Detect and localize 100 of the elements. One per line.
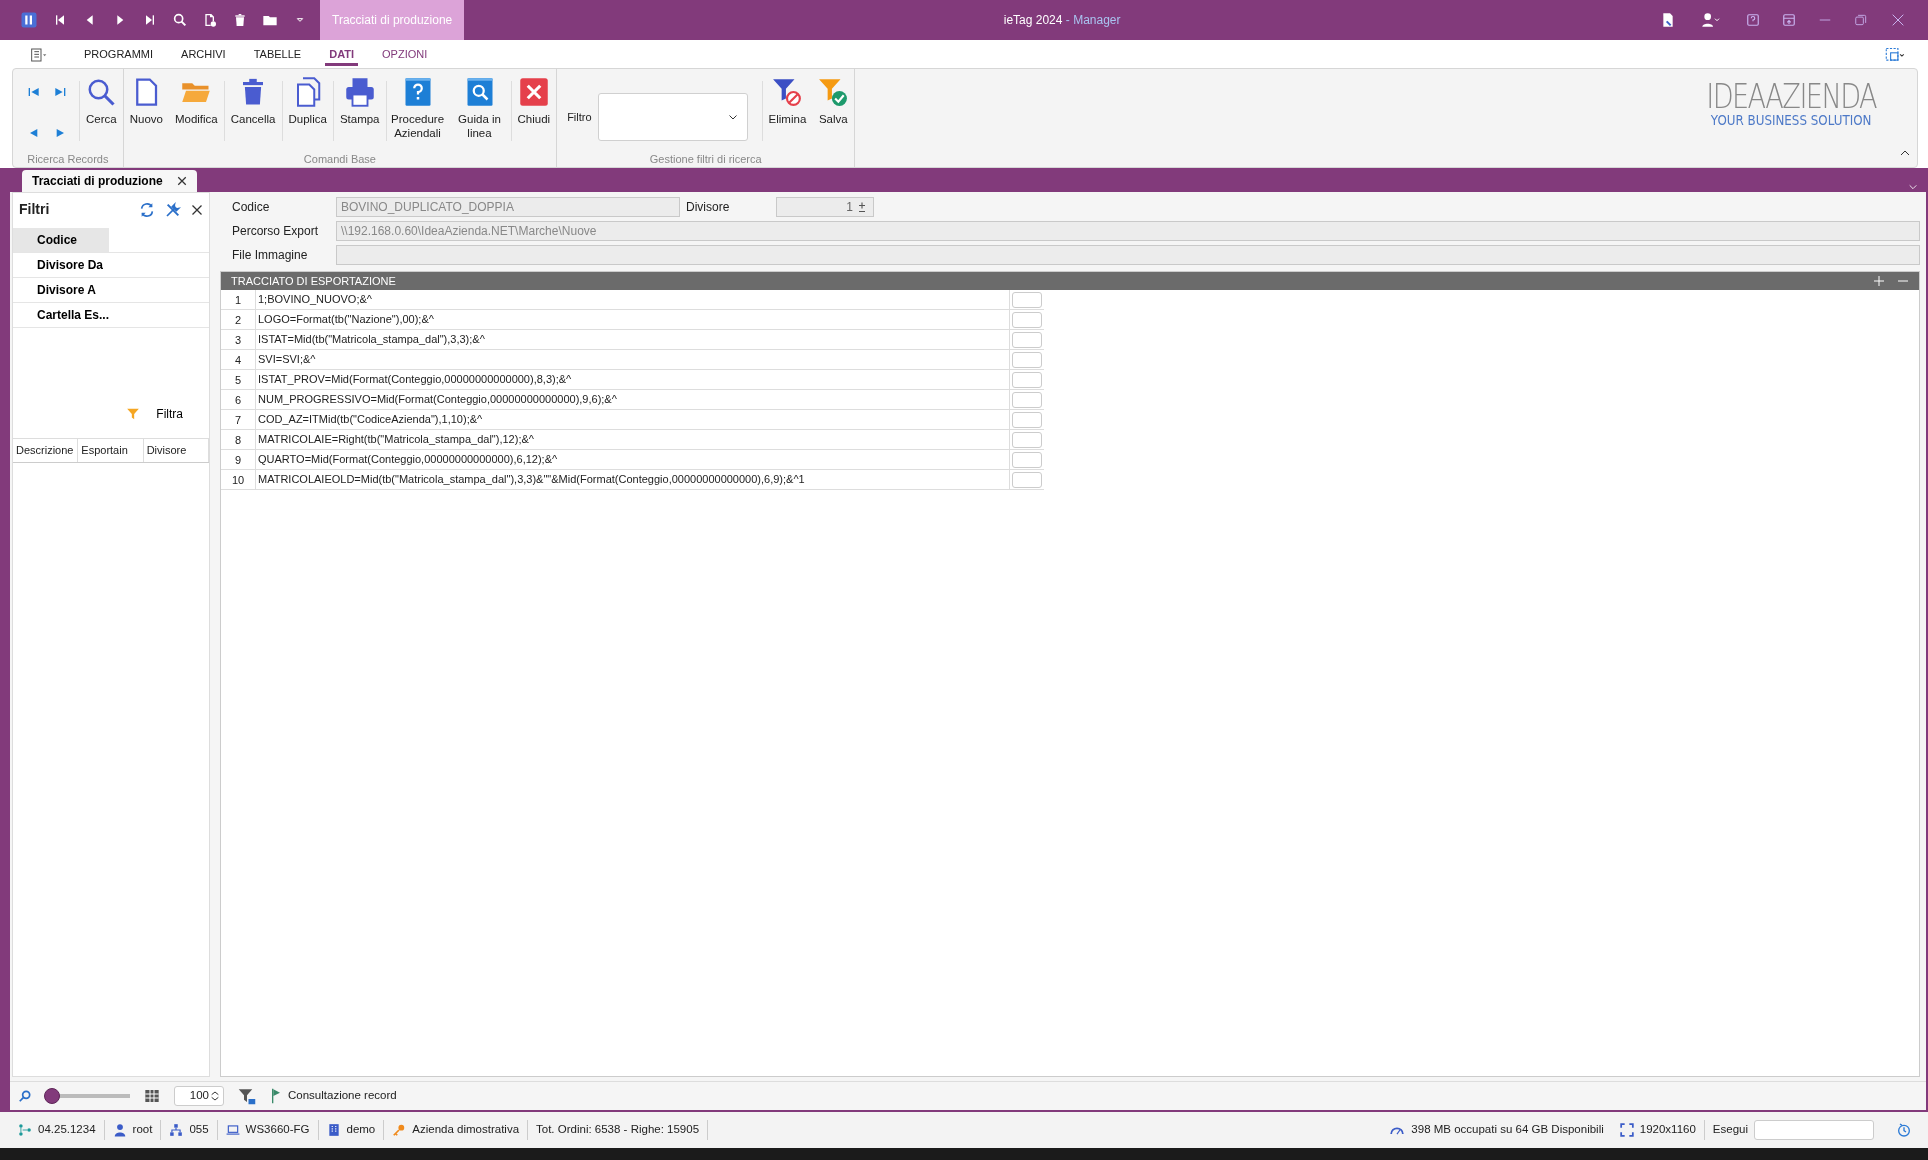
row-number: 1 [221, 290, 256, 309]
logo-name: IDEAAZIENDA [1706, 79, 1876, 113]
close-icon[interactable] [176, 176, 187, 186]
spin-icon[interactable] [211, 1090, 219, 1102]
slider-thumb[interactable] [44, 1088, 60, 1104]
field-label: Percorso Export [231, 222, 320, 240]
column-header[interactable]: Descrizione [13, 439, 79, 462]
ribbon-button[interactable]: Stampa [333, 75, 386, 151]
filter-remove-icon [772, 77, 803, 107]
menu-tab[interactable]: ARCHIVI [167, 40, 240, 68]
ribbon-button[interactable]: Cerca [80, 75, 123, 151]
laptop-icon [225, 1123, 240, 1137]
document-icon[interactable] [1660, 12, 1676, 28]
window-icon[interactable] [1782, 13, 1796, 27]
filter-field[interactable]: Codice [13, 228, 209, 253]
funnel-icon [126, 407, 141, 421]
filter-label: Filtro [567, 109, 592, 125]
ribbon-button[interactable]: Duplica [282, 75, 333, 151]
menu-tab[interactable]: DATI [315, 40, 369, 68]
logo-tagline: YOUR BUSINESS SOLUTION [1709, 113, 1873, 127]
ribbon-button[interactable]: Guida in linea [448, 75, 511, 151]
tools-icon[interactable] [165, 201, 181, 218]
row-number: 10 [221, 470, 256, 489]
ribbon-button[interactable]: Chiudi [511, 75, 557, 151]
panel-title: Filtri [19, 200, 51, 219]
grid-icon[interactable] [144, 1088, 160, 1104]
menu-tab[interactable]: OPZIONI [368, 40, 442, 68]
filter-icon[interactable] [238, 1087, 256, 1105]
app-icon[interactable] [20, 11, 38, 29]
input-field[interactable] [1754, 1120, 1874, 1140]
zoom-icon[interactable] [18, 1089, 32, 1103]
spin-field[interactable]: 1 [776, 196, 874, 217]
group-label: Ricerca Records [26, 152, 110, 167]
table-cell[interactable]: MATRICOLAIE=Right(tb("Matricola_stampa_dal"),12);&^ [256, 430, 1010, 449]
status-text: WS3660-FG [245, 1122, 310, 1138]
menu-tab[interactable]: PROGRAMMI [70, 40, 168, 68]
filter-check-icon [818, 77, 849, 107]
table-title: TRACCIATO DI ESPORTAZIONE [231, 273, 396, 289]
page-size-field[interactable]: 100 [174, 1086, 224, 1106]
column-header[interactable]: Esportain [78, 439, 144, 462]
status-text: root [132, 1122, 153, 1138]
status-text: 04.25.1234 [38, 1122, 96, 1138]
row-number: 7 [221, 410, 256, 429]
field-label: Divisore [685, 198, 731, 216]
status-text: 055 [189, 1122, 209, 1138]
ribbon-button[interactable]: Elimina [762, 75, 813, 151]
network-icon [18, 1123, 32, 1137]
column-header[interactable]: Divisore [143, 439, 209, 462]
app-title: ieTag 2024 - Manager [1003, 13, 1121, 27]
row-number: 4 [221, 350, 256, 369]
status-text: 1920x1160 [1639, 1122, 1696, 1138]
menu-tab[interactable]: TABELLE [239, 40, 316, 68]
user-icon [112, 1123, 127, 1137]
status-text: Tot. Ordini: 6538 - Righe: 15905 [536, 1122, 700, 1138]
table-cell[interactable]: ISTAT_PROV=Mid(Format(Conteggio,00000000000000),8,3);&^ [256, 370, 1010, 389]
fullscreen-icon[interactable] [1619, 1123, 1634, 1137]
add-icon[interactable] [1873, 275, 1885, 287]
chevron-down-icon[interactable] [1908, 182, 1918, 192]
restore-icon[interactable] [1854, 13, 1868, 27]
flag-icon [270, 1088, 282, 1104]
help-icon[interactable] [1746, 13, 1760, 27]
table-cell[interactable]: LOGO=Format(tb("Nazione"),00);&^ [256, 310, 1010, 329]
table-cell[interactable]: NUM_PROGRESSIVO=Mid(Format(Conteggio,00000000000000),9,6);&^ [256, 390, 1010, 409]
status-text: 398 MB occupati su 64 GB Disponibili [1411, 1122, 1604, 1138]
row-number: 9 [221, 450, 256, 469]
row-number: 6 [221, 390, 256, 409]
filter-button[interactable]: Filtra [120, 404, 189, 424]
table-cell[interactable]: SVI=SVI;&^ [256, 350, 1010, 369]
spin-icon[interactable] [857, 200, 867, 213]
table-cell[interactable]: 1;BOVINO_NUOVO;&^ [256, 290, 1010, 309]
table-cell[interactable]: MATRICOLAIEOLD=Mid(tb("Matricola_stampa_dal"),3,3)&""&Mid(Format(Conteggio,00000000000000),6,9);&^1 [256, 470, 1010, 489]
ribbon-button[interactable]: Salva [812, 75, 855, 151]
search-icon[interactable] [172, 12, 188, 28]
ribbon-button[interactable]: Nuovo [123, 75, 169, 151]
field-label: File Immagine [231, 246, 309, 264]
document-tab[interactable]: Tracciati di produzione [22, 170, 197, 192]
field-label: Esegui [1712, 1122, 1748, 1138]
printer-icon [344, 77, 375, 107]
table-cell[interactable]: COD_AZ=ITMid(tb("CodiceAzienda"),1,10);&^ [256, 410, 1010, 429]
new-document-icon[interactable] [202, 12, 218, 28]
group-label: Comandi Base [302, 152, 377, 167]
table-cell[interactable]: QUARTO=Mid(Format(Conteggio,00000000000000),6,12);&^ [256, 450, 1010, 469]
status-text: Consultazione record [288, 1088, 397, 1104]
hierarchy-icon [169, 1123, 184, 1137]
ribbon-button[interactable]: Cancella [224, 75, 282, 151]
ribbon-button[interactable]: Procedure Aziendali [386, 75, 449, 151]
key-icon [392, 1123, 407, 1137]
trash-icon[interactable] [232, 12, 248, 28]
table-cell[interactable]: ISTAT=Mid(tb("Matricola_stampa_dal"),3,3);&^ [256, 330, 1010, 349]
close-icon[interactable] [191, 203, 203, 216]
status-text: demo [346, 1122, 376, 1138]
input-field[interactable] [336, 244, 1920, 265]
search-icon [86, 77, 117, 107]
group-label: Gestione filtri di ricerca [648, 152, 763, 167]
clock-refresh-icon[interactable] [1896, 1122, 1912, 1139]
refresh-icon[interactable] [139, 201, 155, 218]
row-number: 8 [221, 430, 256, 449]
row-number: 3 [221, 330, 256, 349]
field-label: Codice [231, 198, 271, 216]
ribbon-button[interactable]: Modifica [168, 75, 224, 151]
